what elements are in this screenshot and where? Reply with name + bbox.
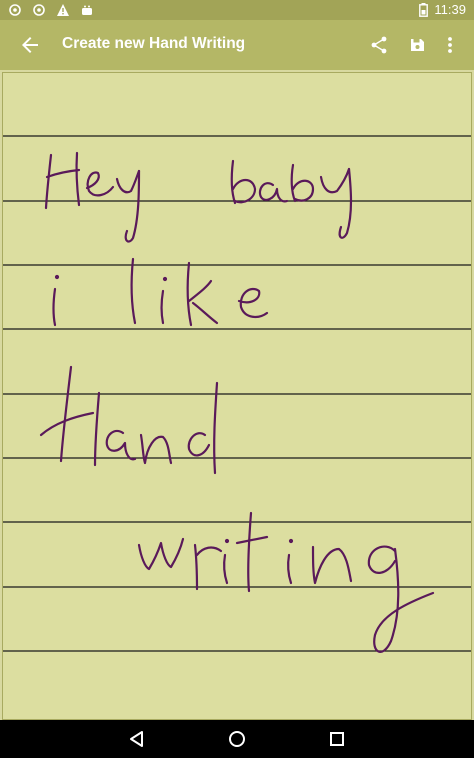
arrow-left-icon[interactable]: [18, 33, 42, 57]
share-icon[interactable]: [367, 33, 391, 57]
home-circle-icon[interactable]: [226, 728, 248, 750]
status-bar-system-icons: 11:39: [419, 2, 466, 17]
handwriting-canvas[interactable]: [2, 72, 472, 720]
back-triangle-icon[interactable]: [126, 728, 148, 750]
page-title: Create new Hand Writing: [62, 35, 246, 52]
status-bar: 11:39: [0, 0, 474, 20]
handwriting-canvas-svg[interactable]: [3, 73, 471, 719]
ink-strokes: [39, 151, 435, 653]
android-icon: [80, 3, 94, 17]
recents-square-icon[interactable]: [326, 728, 348, 750]
save-icon[interactable]: [405, 33, 429, 57]
settings-icon: [32, 3, 46, 17]
more-vert-icon[interactable]: [438, 33, 462, 57]
settings-icon: [8, 3, 22, 17]
ruled-lines: [3, 135, 471, 652]
warning-icon: [56, 3, 70, 17]
app-bar: Create new Hand Writing: [0, 20, 474, 70]
navigation-bar: [0, 720, 474, 758]
status-time: 11:39: [434, 2, 466, 17]
battery-icon: [419, 2, 429, 17]
status-bar-notification-icons: [8, 3, 94, 17]
